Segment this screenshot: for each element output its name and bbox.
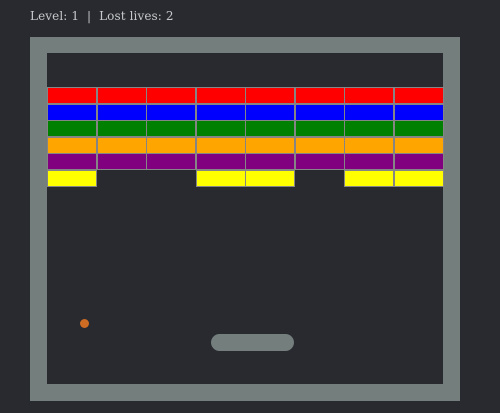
brick xyxy=(393,120,444,137)
brick xyxy=(96,153,147,170)
brick xyxy=(393,103,444,121)
brick xyxy=(195,169,246,187)
brick xyxy=(344,87,394,104)
brick xyxy=(195,103,246,121)
brick xyxy=(344,169,394,187)
brick xyxy=(146,120,196,137)
ball xyxy=(80,319,89,328)
brick xyxy=(96,120,147,137)
brick xyxy=(47,153,97,170)
brick xyxy=(47,87,97,104)
brick xyxy=(47,103,97,121)
brick xyxy=(393,153,444,170)
lost-lives-indicator: Lost lives: 2 xyxy=(99,9,174,23)
brick xyxy=(245,169,295,187)
brick xyxy=(146,103,196,121)
brick xyxy=(245,103,295,121)
brick xyxy=(344,103,394,121)
playfield[interactable] xyxy=(47,53,444,384)
brick xyxy=(195,120,246,137)
brick xyxy=(393,169,444,187)
status-separator: | xyxy=(87,9,92,23)
brick xyxy=(195,136,246,154)
brick xyxy=(344,120,394,137)
brick xyxy=(195,153,246,170)
brick xyxy=(96,103,147,121)
game-status-bar: Level: 1 | Lost lives: 2 xyxy=(30,9,174,23)
brick xyxy=(96,136,147,154)
brick xyxy=(245,153,295,170)
brick xyxy=(47,136,97,154)
brick xyxy=(47,120,97,137)
level-indicator: Level: 1 xyxy=(30,9,80,23)
brick xyxy=(245,120,295,137)
paddle[interactable] xyxy=(211,334,294,351)
brick xyxy=(344,136,394,154)
brick xyxy=(96,87,147,104)
brick xyxy=(146,153,196,170)
brick xyxy=(47,169,97,187)
brick xyxy=(146,136,196,154)
brick xyxy=(294,103,345,121)
brick xyxy=(393,136,444,154)
brick xyxy=(245,136,295,154)
brick xyxy=(393,87,444,104)
brick xyxy=(294,87,345,104)
brick xyxy=(294,120,345,137)
brick xyxy=(195,87,246,104)
brick xyxy=(344,153,394,170)
game-wall xyxy=(30,37,460,401)
brick xyxy=(245,87,295,104)
brick xyxy=(146,87,196,104)
brick xyxy=(294,136,345,154)
brick xyxy=(294,153,345,170)
